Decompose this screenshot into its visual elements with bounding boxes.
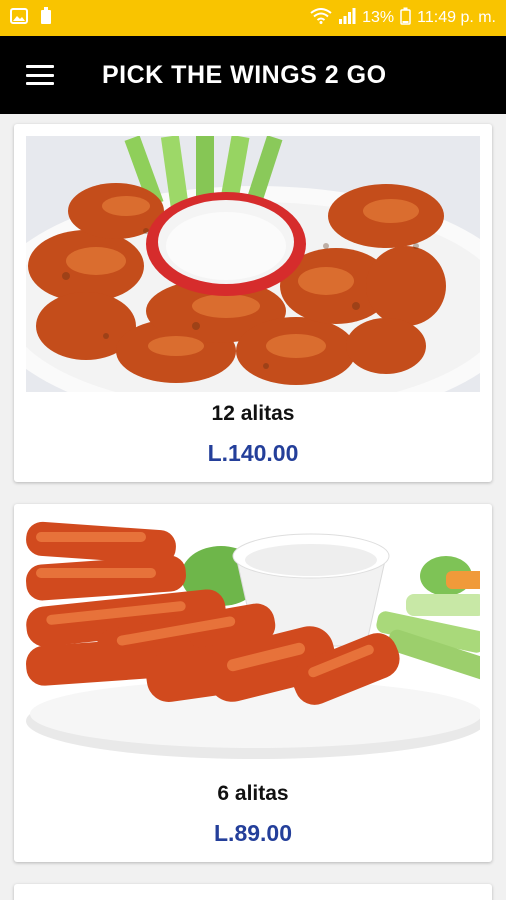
battery-notification-icon bbox=[40, 6, 52, 30]
product-card[interactable] bbox=[14, 884, 492, 900]
battery-icon bbox=[400, 7, 411, 30]
gallery-notification-icon bbox=[10, 7, 28, 29]
product-list[interactable]: 12 alitas L.140.00 6 alitas L.89.00 bbox=[0, 114, 506, 900]
app-title: PICK THE WINGS 2 GO bbox=[102, 60, 387, 89]
product-price: L.140.00 bbox=[207, 440, 299, 466]
clock: 11:49 p. m. bbox=[417, 9, 496, 26]
product-name: 12 alitas bbox=[211, 402, 295, 425]
battery-percent: 13% bbox=[362, 9, 395, 26]
product-image-wings-with-ranch bbox=[26, 136, 480, 392]
status-bar: 13% 11:49 p. m. bbox=[0, 0, 506, 36]
app-bar: PICK THE WINGS 2 GO bbox=[0, 36, 506, 114]
signal-icon bbox=[338, 7, 356, 29]
wifi-icon bbox=[310, 7, 332, 29]
product-card[interactable]: 6 alitas L.89.00 bbox=[14, 504, 492, 862]
product-image-wings-with-dip bbox=[26, 516, 480, 772]
menu-button[interactable] bbox=[0, 36, 80, 114]
product-price: L.89.00 bbox=[214, 820, 292, 846]
product-card[interactable]: 12 alitas L.140.00 bbox=[14, 124, 492, 482]
hamburger-menu-icon bbox=[26, 65, 54, 85]
product-name: 6 alitas bbox=[217, 782, 289, 805]
